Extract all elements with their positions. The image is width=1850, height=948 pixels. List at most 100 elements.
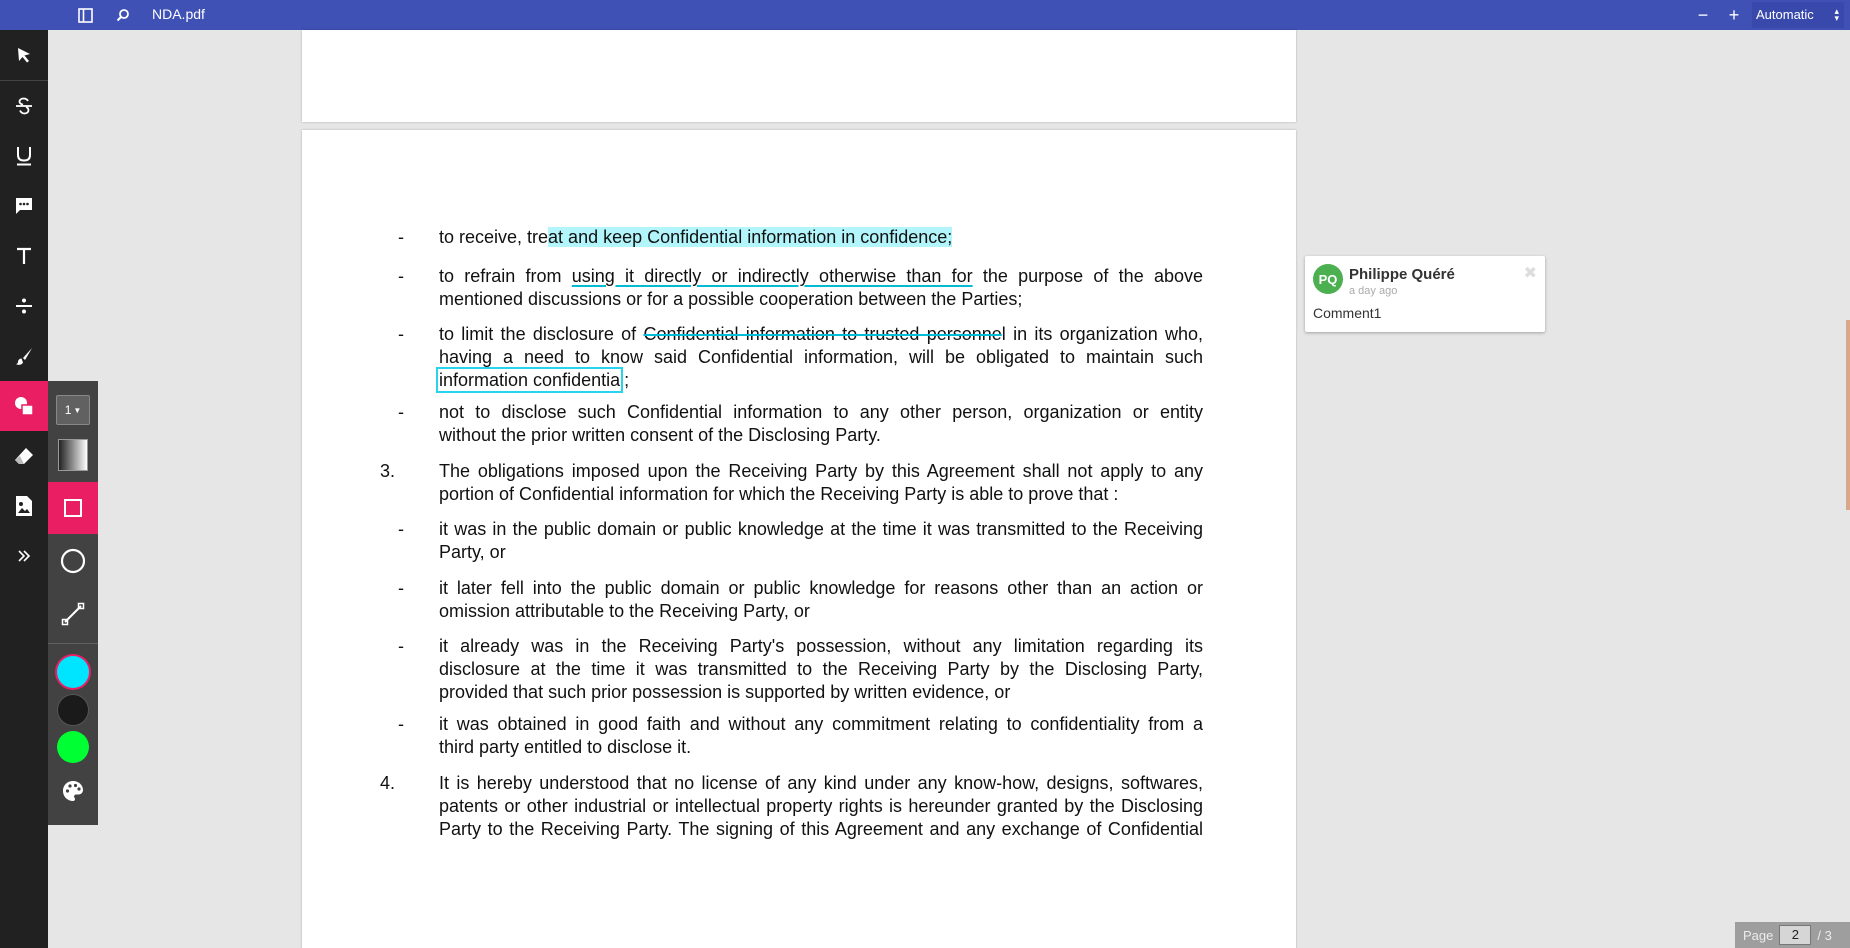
top-bar: NDA.pdf − + Automatic ▴ ▾ bbox=[0, 0, 1850, 30]
text-line: The obligations imposed upon the Receivi… bbox=[439, 460, 1203, 483]
paragraph-text: it was in the public domain or public kn… bbox=[439, 518, 1203, 564]
list-marker: 3. bbox=[380, 461, 396, 481]
text-segment: third party entitled to disclose it. bbox=[439, 737, 692, 757]
text-segment: it already was in the Receiving Party's … bbox=[439, 636, 1203, 656]
color-swatch-cyan[interactable] bbox=[57, 656, 89, 688]
scrollbar-thumb[interactable] bbox=[1846, 320, 1850, 510]
text-line: portion of Confidential information for … bbox=[439, 483, 1203, 506]
color-swatch-item bbox=[48, 728, 98, 766]
rectangle-annotation[interactable]: information confidentia bbox=[435, 367, 624, 393]
list-marker: - bbox=[398, 227, 404, 247]
text-segment: provided that such prior possession is s… bbox=[439, 682, 1011, 702]
text-segment: it was in the public domain or public kn… bbox=[439, 519, 1203, 539]
search-icon[interactable] bbox=[112, 4, 134, 26]
paragraph-text: to receive, treat and keep Confidential … bbox=[439, 226, 1203, 249]
stroke-size-select[interactable]: 1 ▼ bbox=[56, 395, 90, 425]
text-line: to limit the disclosure of Confidential … bbox=[439, 323, 1203, 346]
text-segment: portion of Confidential information for … bbox=[439, 484, 1119, 504]
text-segment: not to disclose such Confidential inform… bbox=[439, 402, 1203, 422]
pointer-tool[interactable] bbox=[0, 30, 48, 80]
text-line: to refrain from using it directly or ind… bbox=[439, 265, 1203, 288]
underline-annotation[interactable]: using it directly or indirectly otherwis… bbox=[572, 266, 973, 286]
list-marker: - bbox=[398, 636, 404, 656]
strikeout-tool[interactable] bbox=[0, 81, 48, 131]
shapes-icon bbox=[15, 397, 34, 416]
text-segment: patents or other industrial or intellect… bbox=[439, 796, 1203, 816]
expand-tool[interactable] bbox=[0, 531, 48, 581]
comment-timestamp: a day ago bbox=[1349, 285, 1398, 297]
opacity-gradient-button[interactable] bbox=[58, 439, 88, 471]
text-segment: The obligations imposed upon the Receivi… bbox=[439, 461, 1203, 481]
zoom-select[interactable]: Automatic ▴ ▾ bbox=[1752, 2, 1844, 28]
color-swatch-green[interactable] bbox=[57, 731, 89, 763]
list-marker: - bbox=[398, 519, 404, 539]
close-icon[interactable]: ✖ bbox=[1524, 263, 1537, 283]
comment-tool[interactable] bbox=[0, 181, 48, 231]
text-segment: to limit the disclosure of bbox=[439, 324, 644, 344]
text-icon bbox=[17, 247, 31, 264]
text-segment: the purpose of the above bbox=[972, 266, 1203, 286]
pdf-page-2: - to receive, treat and keep Confidential… bbox=[302, 130, 1296, 948]
document-filename: NDA.pdf bbox=[152, 6, 205, 22]
color-palette-button[interactable] bbox=[48, 766, 98, 816]
sidebar-toggle-icon[interactable] bbox=[74, 4, 96, 26]
zoom-select-value: Automatic bbox=[1756, 7, 1814, 22]
list-marker: - bbox=[398, 324, 404, 344]
line-shape-button[interactable] bbox=[48, 588, 98, 640]
annotation-toolbar bbox=[0, 30, 48, 948]
opacity-item bbox=[48, 437, 98, 473]
paragraph-text: it already was in the Receiving Party's … bbox=[439, 635, 1203, 704]
divider-tool[interactable] bbox=[0, 281, 48, 331]
page-label: Page bbox=[1743, 927, 1774, 943]
comment-text: Comment1 bbox=[1313, 305, 1382, 321]
text-line: having a need to know said Confidential … bbox=[439, 346, 1203, 369]
text-segment: mentioned discussions or for a possible … bbox=[439, 289, 1023, 309]
palette-icon bbox=[63, 781, 83, 801]
highlight-annotation[interactable]: at and keep Confidential information in … bbox=[548, 227, 953, 247]
text-line: it later fell into the public domain or … bbox=[439, 577, 1203, 600]
stroke-size-value: 1 bbox=[64, 403, 72, 417]
color-swatch-item bbox=[48, 691, 98, 729]
paragraph-text: it was obtained in good faith and withou… bbox=[439, 713, 1203, 759]
color-swatch-black[interactable] bbox=[57, 694, 89, 726]
zoom-out-button[interactable]: − bbox=[1692, 4, 1714, 26]
text-tool[interactable] bbox=[0, 231, 48, 281]
text-line: third party entitled to disclose it. bbox=[439, 736, 1203, 759]
text-line: Party, or bbox=[439, 541, 1203, 564]
text-segment: disclosure at the time it was transmitte… bbox=[439, 659, 1203, 679]
underline-tool[interactable] bbox=[0, 131, 48, 181]
text-line: provided that such prior possession is s… bbox=[439, 681, 1203, 704]
text-segment: having a need to know said Confidential … bbox=[439, 347, 1203, 367]
stroke-size-item: 1 ▼ bbox=[48, 393, 98, 427]
image-tool[interactable] bbox=[0, 481, 48, 531]
paragraph-text: not to disclose such Confidential inform… bbox=[439, 401, 1203, 447]
shape-tool[interactable] bbox=[0, 381, 48, 431]
circle-shape-button[interactable] bbox=[48, 535, 98, 587]
zoom-in-button[interactable]: + bbox=[1723, 4, 1745, 26]
text-line: disclosure at the time it was transmitte… bbox=[439, 658, 1203, 681]
line-icon bbox=[61, 602, 85, 626]
draw-tool[interactable] bbox=[0, 331, 48, 381]
pdf-page-1 bbox=[302, 30, 1296, 122]
cursor-arrow-icon bbox=[18, 48, 30, 63]
text-line: it already was in the Receiving Party's … bbox=[439, 635, 1203, 658]
paragraph-text: The obligations imposed upon the Receivi… bbox=[439, 460, 1203, 506]
text-segment: to refrain from bbox=[439, 266, 572, 286]
text-line: patents or other industrial or intellect… bbox=[439, 795, 1203, 818]
paragraph-text: to limit the disclosure of Confidential … bbox=[435, 323, 1203, 393]
strikeout-annotation[interactable]: Confidential information to trusted pers… bbox=[643, 324, 1001, 344]
eraser-tool[interactable] bbox=[0, 431, 48, 481]
list-marker: - bbox=[398, 402, 404, 422]
text-line: mentioned discussions or for a possible … bbox=[439, 288, 1203, 311]
zoom-in-label: + bbox=[1728, 4, 1740, 25]
page-number-input[interactable]: 2 bbox=[1779, 925, 1812, 945]
brush-icon bbox=[16, 348, 32, 365]
eraser-icon bbox=[15, 448, 33, 464]
comment-card[interactable]: PQ Philippe Quéré a day ago Comment1 ✖ bbox=[1305, 256, 1545, 332]
text-segment: l in its organization who, bbox=[1001, 324, 1204, 344]
list-marker: - bbox=[398, 266, 404, 286]
page-total: / 3 bbox=[1817, 927, 1832, 943]
rectangle-shape-button[interactable] bbox=[48, 482, 98, 534]
text-segment: without the prior written consent of the… bbox=[439, 425, 881, 445]
text-line: information confidential; bbox=[435, 367, 1203, 393]
